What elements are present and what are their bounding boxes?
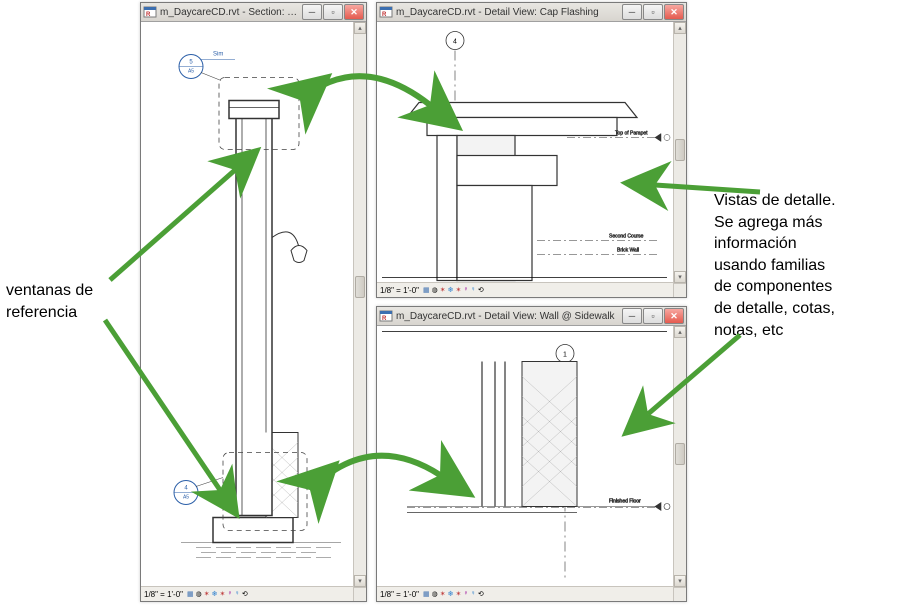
scroll-down-icon[interactable]: ▾ — [354, 575, 366, 587]
scrollbar-vertical[interactable]: ▴ ▾ — [673, 22, 686, 283]
scroll-thumb[interactable] — [355, 276, 365, 298]
window-detail-wall: R m_DaycareCD.rvt - Detail View: Wall @ … — [376, 306, 687, 602]
scroll-up-icon[interactable]: ▴ — [674, 326, 686, 338]
scroll-thumb[interactable] — [675, 139, 685, 161]
annotation-left-text: ventanas de referencia — [6, 282, 93, 321]
svg-text:R: R — [146, 12, 151, 18]
annotation-right-text: Vistas de detalle. Se agrega más informa… — [714, 192, 836, 339]
revit-icon: R — [143, 5, 157, 19]
minimize-button[interactable]: ─ — [622, 308, 642, 324]
titlebar-wall[interactable]: R m_DaycareCD.rvt - Detail View: Wall @ … — [377, 307, 686, 326]
annotation-right: Vistas de detalle. Se agrega más informa… — [714, 190, 909, 341]
revit-icon: R — [379, 309, 393, 323]
cap-viewport[interactable]: 4 Top of Parapet Second Course Bric — [377, 22, 673, 283]
maximize-button[interactable]: ▫ — [643, 4, 663, 20]
annotation-left: ventanas de referencia — [6, 280, 136, 323]
section-drawing: 5 A5 Sim 4 A5 — [141, 22, 353, 587]
svg-text:Top of Parapet: Top of Parapet — [615, 131, 648, 137]
svg-text:R: R — [382, 316, 387, 322]
wall-viewport[interactable]: 1 Finished Floor — [377, 326, 673, 587]
minimize-button[interactable]: ─ — [622, 4, 642, 20]
titlebar-cap[interactable]: R m_DaycareCD.rvt - Detail View: Cap Fla… — [377, 3, 686, 22]
svg-text:4: 4 — [453, 39, 457, 46]
svg-text:Second Course: Second Course — [609, 234, 644, 240]
view-control-bar[interactable]: ▦◍✶❄✶♀♀⟲ — [423, 590, 484, 598]
close-button[interactable]: ✕ — [664, 4, 684, 20]
title-section: m_DaycareCD.rvt - Section: Ty... — [160, 7, 301, 18]
minimize-button[interactable]: ─ — [302, 4, 322, 20]
scroll-up-icon[interactable]: ▴ — [354, 22, 366, 34]
view-control-bar[interactable]: ▦◍✶❄✶♀♀⟲ — [187, 590, 248, 598]
scale-text: 1/8" = 1'-0" — [380, 590, 419, 599]
svg-text:A5: A5 — [183, 495, 189, 501]
titlebar-section[interactable]: R m_DaycareCD.rvt - Section: Ty... ─ ▫ ✕ — [141, 3, 366, 22]
svg-text:Finished Floor: Finished Floor — [609, 499, 641, 505]
view-control-bar[interactable]: ▦◍✶❄✶♀♀⟲ — [423, 286, 484, 294]
svg-text:1: 1 — [563, 352, 567, 359]
wall-drawing: 1 Finished Floor — [377, 326, 673, 587]
scrollbar-vertical[interactable]: ▴ ▾ — [353, 22, 366, 587]
scale-text: 1/8" = 1'-0" — [380, 286, 419, 295]
resize-corner[interactable] — [353, 587, 366, 601]
title-cap: m_DaycareCD.rvt - Detail View: Cap Flash… — [396, 7, 621, 18]
scroll-down-icon[interactable]: ▾ — [674, 575, 686, 587]
section-viewport[interactable]: 5 A5 Sim 4 A5 — [141, 22, 353, 587]
svg-text:A5: A5 — [188, 69, 194, 75]
scroll-thumb[interactable] — [675, 443, 685, 465]
statusbar-wall: 1/8" = 1'-0" ▦◍✶❄✶♀♀⟲ — [377, 586, 673, 601]
close-button[interactable]: ✕ — [344, 4, 364, 20]
scale-text: 1/8" = 1'-0" — [144, 590, 183, 599]
revit-icon: R — [379, 5, 393, 19]
title-wall: m_DaycareCD.rvt - Detail View: Wall @ Si… — [396, 311, 621, 322]
close-button[interactable]: ✕ — [664, 308, 684, 324]
resize-corner[interactable] — [673, 587, 686, 601]
resize-corner[interactable] — [673, 283, 686, 297]
svg-text:Brick Wall: Brick Wall — [617, 248, 639, 254]
maximize-button[interactable]: ▫ — [323, 4, 343, 20]
scroll-up-icon[interactable]: ▴ — [674, 22, 686, 34]
cap-drawing: 4 Top of Parapet Second Course Bric — [377, 22, 673, 283]
scrollbar-vertical[interactable]: ▴ ▾ — [673, 326, 686, 587]
scroll-down-icon[interactable]: ▾ — [674, 271, 686, 283]
svg-text:R: R — [382, 12, 387, 18]
maximize-button[interactable]: ▫ — [643, 308, 663, 324]
statusbar-section: 1/8" = 1'-0" ▦◍✶❄✶♀♀⟲ — [141, 586, 353, 601]
window-detail-cap: R m_DaycareCD.rvt - Detail View: Cap Fla… — [376, 2, 687, 298]
window-section: R m_DaycareCD.rvt - Section: Ty... ─ ▫ ✕ — [140, 2, 367, 602]
svg-text:Sim: Sim — [213, 52, 223, 58]
statusbar-cap: 1/8" = 1'-0" ▦◍✶❄✶♀♀⟲ — [377, 282, 673, 297]
